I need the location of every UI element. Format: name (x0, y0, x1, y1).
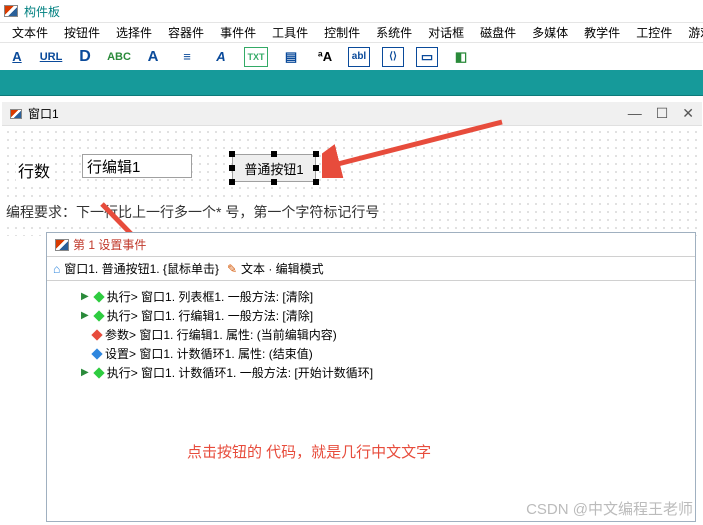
bars-icon[interactable]: ≡ (176, 47, 198, 67)
row-edit-input[interactable] (82, 154, 192, 178)
menu-item[interactable]: 按钮件 (56, 22, 108, 43)
code-row: ▶执行> 窗口1. 行编辑1. 一般方法: [清除] (51, 306, 691, 325)
normal-button[interactable]: 普通按钮1 (232, 154, 316, 182)
menubar: 文本件 按钮件 选择件 容器件 事件件 工具件 控制件 系统件 对话框 磁盘件 … (0, 22, 703, 42)
app-title: 构件板 (24, 3, 60, 20)
a-icon[interactable]: A (6, 47, 28, 67)
menu-item[interactable]: 工控件 (628, 22, 680, 43)
app-titlebar: 构件板 (0, 0, 703, 22)
menu-item[interactable]: 控制件 (316, 22, 368, 43)
edit-icon: ✎ (227, 262, 237, 276)
box-icon[interactable]: ▭ (416, 47, 438, 67)
code-row: ▶执行> 窗口1. 计数循环1. 一般方法: [开始计数循环] (51, 363, 691, 382)
menu-item[interactable]: 磁盘件 (472, 22, 524, 43)
form-canvas[interactable]: 行数 普通按钮1 编程要求：下一行比上一行多一个* 号，第一个字符标记行号 (2, 126, 702, 236)
mode-tab[interactable]: ✎ 文本 · 编辑模式 (227, 260, 324, 277)
bullet-icon (91, 329, 102, 340)
tab-settings-event[interactable]: 第 1 设置事件 (53, 233, 148, 256)
brackets-icon[interactable]: ⟨⟩ (382, 47, 404, 67)
mode-tab-label: 文本 · 编辑模式 (241, 260, 324, 277)
app-icon (4, 5, 18, 17)
event-tab[interactable]: ⌂ 窗口1. 普通按钮1. {鼠标单击} (53, 260, 219, 277)
menu-item[interactable]: 对话框 (420, 22, 472, 43)
txt-icon[interactable]: TXT (244, 47, 268, 67)
code-tree[interactable]: ▶执行> 窗口1. 列表框1. 一般方法: [清除] ▶执行> 窗口1. 行编辑… (47, 281, 695, 521)
rows-label: 行数 (16, 158, 52, 182)
abl-icon[interactable]: abl (348, 47, 370, 67)
bullet-icon (93, 367, 104, 378)
menu-item[interactable]: 选择件 (108, 22, 160, 43)
abc-icon[interactable]: ABC (108, 47, 130, 67)
code-row: 参数> 窗口1. 行编辑1. 属性: (当前编辑内容) (51, 325, 691, 344)
menu-item[interactable]: 事件件 (212, 22, 264, 43)
minimize-button[interactable]: — (628, 105, 642, 122)
window-controls: — ☐ ✕ (628, 105, 694, 122)
tab-icon (55, 239, 69, 251)
menu-item[interactable]: 系统件 (368, 22, 420, 43)
teal-band (0, 70, 703, 96)
code-row: 设置> 窗口1. 计数循环1. 属性: (结束值) (51, 344, 691, 363)
menu-item[interactable]: 多媒体 (524, 22, 576, 43)
maximize-button[interactable]: ☐ (656, 105, 669, 122)
editor-window: 窗口1 — ☐ ✕ 行数 普通按钮1 编程要求：下一行比上一行多一个* 号，第一… (2, 102, 702, 236)
event-tab-label: 窗口1. 普通按钮1. {鼠标单击} (64, 260, 219, 277)
code-top-tabs: 第 1 设置事件 (47, 233, 695, 257)
bullet-icon (91, 348, 102, 359)
toolbar: A URL D ABC A ≡ A TXT ▤ ªA abl ⟨⟩ ▭ ◧ (0, 42, 703, 70)
tab-label: 第 1 设置事件 (73, 236, 146, 253)
bold-a-icon[interactable]: A (142, 47, 164, 67)
menu-item[interactable]: 文本件 (4, 22, 56, 43)
code-panel: 第 1 设置事件 ⌂ 窗口1. 普通按钮1. {鼠标单击} ✎ 文本 · 编辑模… (46, 232, 696, 522)
menu-item[interactable]: 工具件 (264, 22, 316, 43)
annotation-arrow-icon (322, 118, 512, 178)
subscript-icon[interactable]: ªA (314, 47, 336, 67)
a-accent-icon[interactable]: A (210, 47, 232, 67)
home-icon: ⌂ (53, 262, 60, 276)
menu-item[interactable]: 游戏件 (680, 22, 703, 43)
menu-item[interactable]: 容器件 (160, 22, 212, 43)
layers-icon[interactable]: ◧ (450, 47, 472, 67)
code-row: ▶执行> 窗口1. 列表框1. 一般方法: [清除] (51, 287, 691, 306)
code-sub-tabs: ⌂ 窗口1. 普通按钮1. {鼠标单击} ✎ 文本 · 编辑模式 (47, 257, 695, 281)
hint-text: 点击按钮的 代码，就是几行中文文字 (187, 441, 431, 462)
button-label: 普通按钮1 (244, 159, 303, 178)
close-button[interactable]: ✕ (682, 105, 694, 122)
bullet-icon (93, 310, 104, 321)
window-icon (10, 109, 22, 119)
bullet-icon (93, 291, 104, 302)
menu-item[interactable]: 教学件 (576, 22, 628, 43)
d-icon[interactable]: D (74, 47, 96, 67)
align-icon[interactable]: ▤ (280, 47, 302, 67)
url-icon[interactable]: URL (40, 47, 62, 67)
